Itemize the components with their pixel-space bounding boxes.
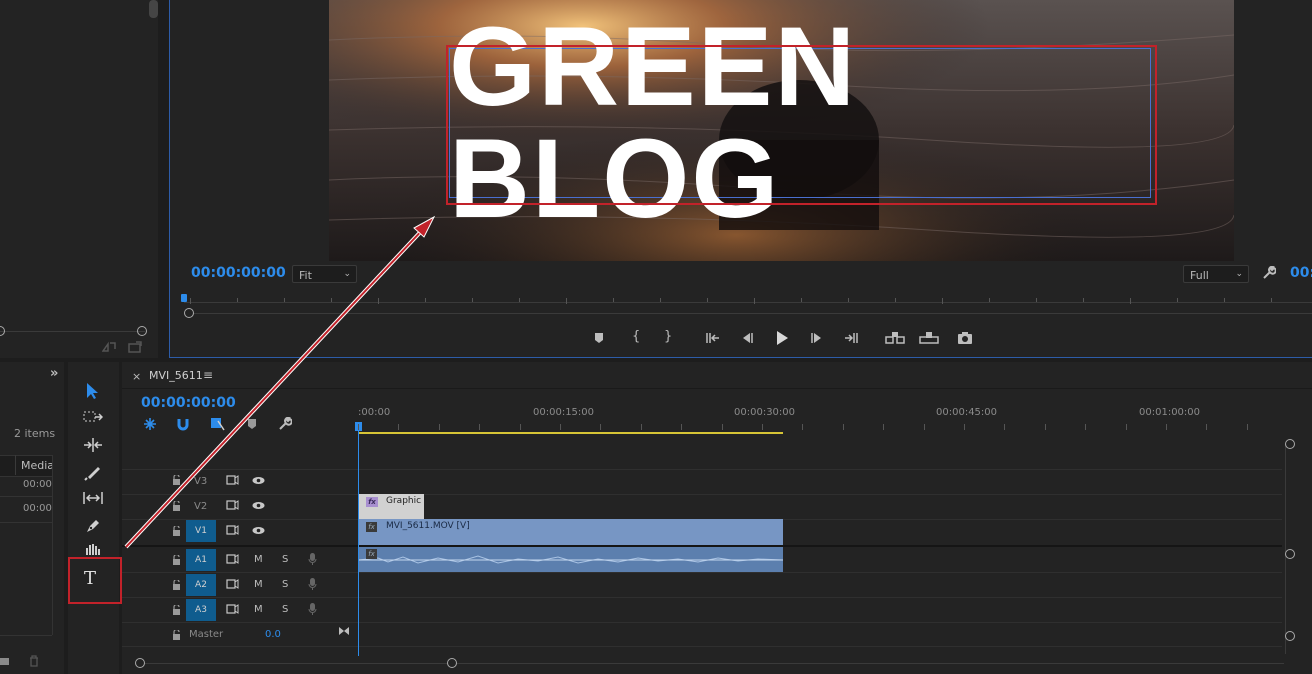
ruler-tick: [237, 298, 238, 302]
ruler-tick: [519, 298, 520, 302]
ruler-tick: [924, 424, 925, 430]
ruler-tick: [681, 424, 682, 430]
ruler-tick: [707, 298, 708, 302]
ruler-tick: [520, 424, 521, 430]
annotation-arrow: [124, 215, 436, 549]
ruler-tick: [398, 424, 399, 430]
ruler-tick: [472, 298, 473, 302]
ruler-tick: [378, 298, 379, 304]
ruler-tick: [1177, 298, 1178, 302]
ruler-tick: [439, 424, 440, 430]
ruler-tick: [1004, 424, 1005, 430]
ruler-tick: [883, 424, 884, 430]
ruler-tick: [284, 298, 285, 302]
ruler-tick: [802, 424, 803, 430]
ruler-tick: [613, 298, 614, 302]
ruler-tick: [895, 298, 896, 302]
ruler-tick: [479, 424, 480, 430]
ruler-tick: [660, 298, 661, 302]
ruler-tick: [964, 424, 965, 430]
ruler-tick: [1206, 424, 1207, 430]
ruler-tick: [1247, 424, 1248, 430]
ruler-tick: [722, 424, 723, 430]
ruler-tick: [1130, 298, 1131, 304]
ruler-tick: [1224, 298, 1225, 302]
ruler-tick: [600, 424, 601, 430]
ruler-tick: [560, 424, 561, 430]
ruler-tick: [1045, 424, 1046, 430]
ruler-tick: [566, 298, 567, 304]
ruler-tick: [1085, 424, 1086, 430]
ruler-tick: [190, 298, 191, 304]
ruler-tick: [358, 424, 359, 430]
ruler-tick: [1126, 424, 1127, 430]
ruler-tick: [843, 424, 844, 430]
ruler-tick: [1036, 298, 1037, 302]
ruler-tick: [942, 298, 943, 304]
ruler-tick: [425, 298, 426, 302]
ruler-tick: [801, 298, 802, 302]
ruler-tick: [754, 298, 755, 304]
ruler-tick: [1271, 298, 1272, 302]
ruler-tick: [1083, 298, 1084, 302]
ruler-tick: [331, 298, 332, 302]
ruler-tick: [1166, 424, 1167, 430]
ruler-tick: [989, 298, 990, 302]
ruler-tick: [762, 424, 763, 430]
ruler-tick: [848, 298, 849, 302]
ruler-tick: [641, 424, 642, 430]
